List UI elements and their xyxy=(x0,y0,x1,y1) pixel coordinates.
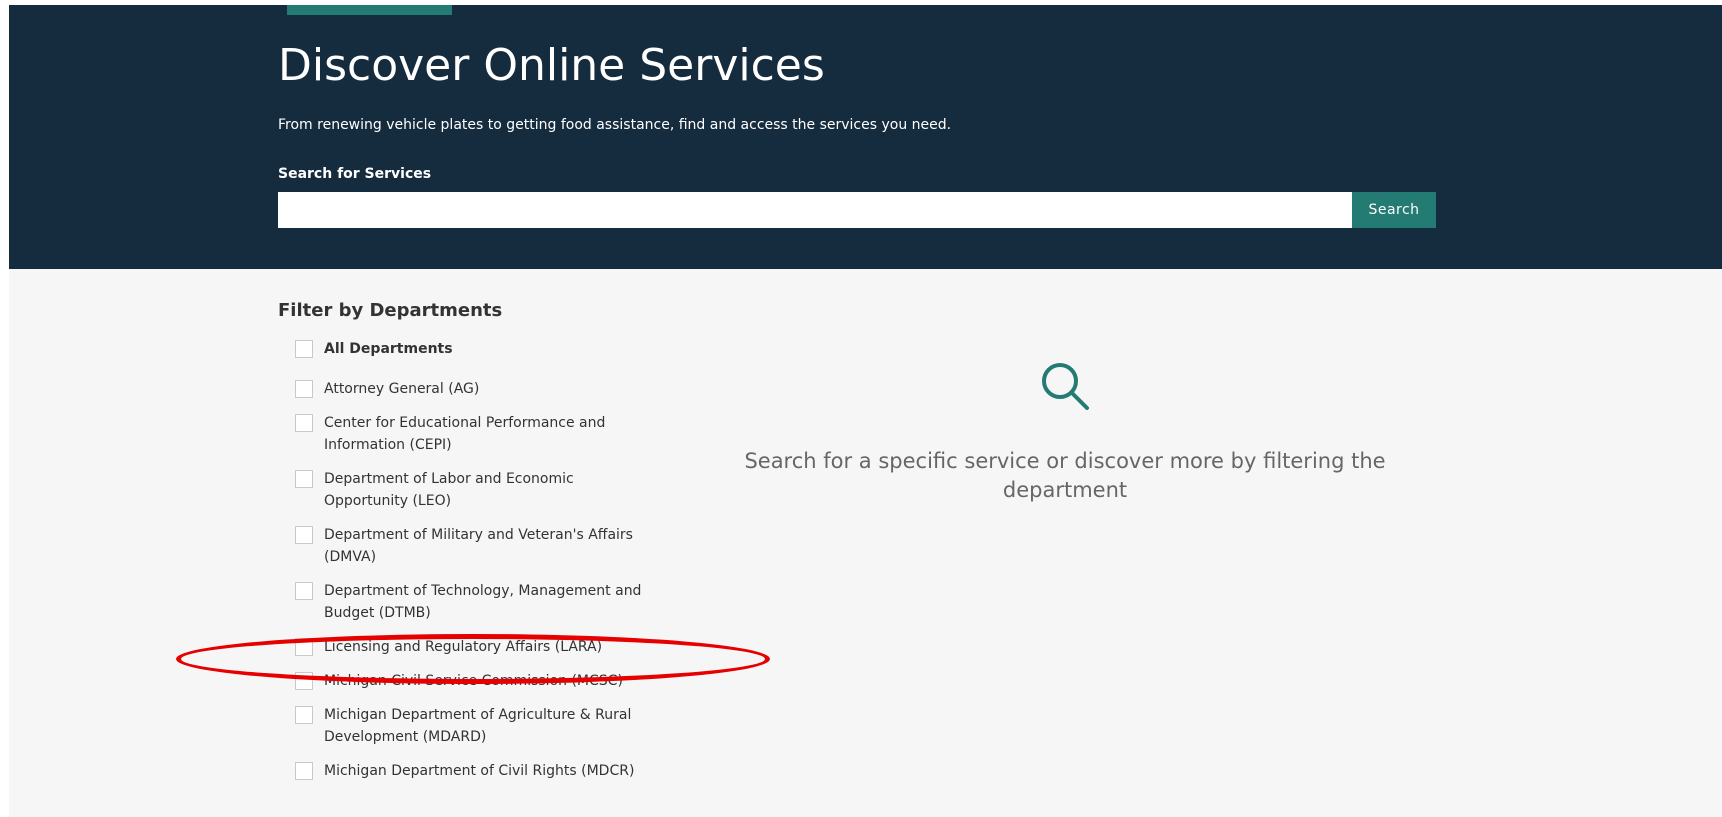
filter-title: Filter by Departments xyxy=(278,300,503,321)
checkbox[interactable] xyxy=(295,470,313,488)
department-option[interactable]: Department of Labor and Economic Opportu… xyxy=(278,463,658,519)
hero-accent-tab xyxy=(287,5,452,15)
search-input[interactable] xyxy=(278,192,1352,228)
checkbox[interactable] xyxy=(295,340,313,358)
department-option[interactable]: Michigan Civil Service Commission (MCSC) xyxy=(278,665,658,699)
department-option[interactable]: Attorney General (AG) xyxy=(278,373,658,407)
checkbox[interactable] xyxy=(295,638,313,656)
hero-banner xyxy=(9,5,1722,269)
department-option[interactable]: Department of Military and Veteran's Aff… xyxy=(278,519,658,575)
department-label: Michigan Department of Civil Rights (MDC… xyxy=(324,763,635,779)
checkbox[interactable] xyxy=(295,582,313,600)
department-option[interactable]: Licensing and Regulatory Affairs (LARA) xyxy=(278,631,658,665)
checkbox[interactable] xyxy=(295,762,313,780)
search-icon xyxy=(1042,363,1089,410)
department-label: Michigan Department of Agriculture & Rur… xyxy=(324,707,632,745)
search-label: Search for Services xyxy=(278,166,432,182)
department-label: Department of Labor and Economic Opportu… xyxy=(324,471,574,509)
page-subtitle: From renewing vehicle plates to getting … xyxy=(278,117,952,133)
page-title: Discover Online Services xyxy=(278,40,825,91)
checkbox[interactable] xyxy=(295,526,313,544)
department-option[interactable]: All Departments xyxy=(278,333,658,367)
department-option[interactable]: Center for Educational Performance and I… xyxy=(278,407,658,463)
empty-state: Search for a specific service or discove… xyxy=(700,355,1430,525)
department-option[interactable]: Michigan Department of Agriculture & Rur… xyxy=(278,699,658,755)
department-label: Department of Military and Veteran's Aff… xyxy=(324,527,633,565)
checkbox[interactable] xyxy=(295,706,313,724)
department-label: Attorney General (AG) xyxy=(324,381,480,397)
search-button[interactable]: Search xyxy=(1352,192,1436,228)
empty-state-message: Search for a specific service or discove… xyxy=(744,449,1386,502)
department-option[interactable]: Michigan Department of Civil Rights (MDC… xyxy=(278,755,658,811)
checkbox[interactable] xyxy=(295,414,313,432)
department-label: All Departments xyxy=(324,341,453,357)
department-label: Center for Educational Performance and I… xyxy=(324,415,606,453)
content-area xyxy=(9,269,1722,817)
department-option[interactable]: Department of Technology, Management and… xyxy=(278,575,658,631)
department-label: Department of Technology, Management and… xyxy=(324,583,642,621)
department-label: Michigan Civil Service Commission (MCSC) xyxy=(324,673,623,689)
page: Discover Online Services From renewing v… xyxy=(0,0,1722,817)
checkbox[interactable] xyxy=(295,380,313,398)
checkbox[interactable] xyxy=(295,672,313,690)
department-label: Licensing and Regulatory Affairs (LARA) xyxy=(324,639,603,655)
